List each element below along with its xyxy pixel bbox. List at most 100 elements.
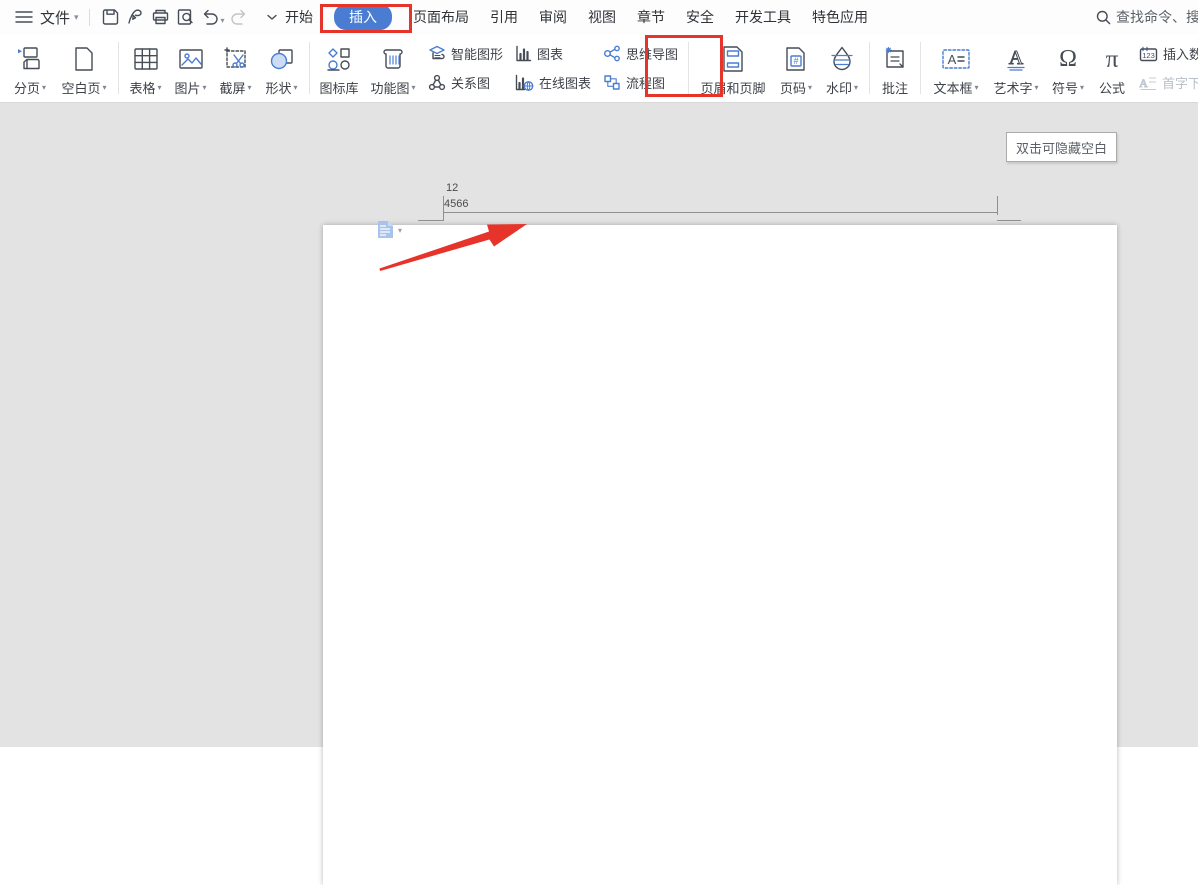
ribbon-relation-diagram-button[interactable]: 关系图 <box>426 70 505 96</box>
chevron-down-icon: ▾ <box>398 226 402 235</box>
tab-page-layout[interactable]: 页面布局 <box>413 7 469 27</box>
header-text-line1[interactable]: 12 <box>446 181 458 196</box>
chart-label: 图表 <box>537 44 563 63</box>
tab-developer[interactable]: 开发工具 <box>735 7 791 27</box>
ribbon-mind-map-button[interactable]: 思维导图 <box>601 41 680 67</box>
function-diagram-label: 功能图 <box>370 78 409 97</box>
ribbon-group-divider <box>688 42 689 94</box>
ribbon-screenshot-button[interactable]: 截屏▾ <box>213 34 258 102</box>
ribbon-flowchart-button[interactable]: 流程图 <box>601 70 680 96</box>
ribbon-group-divider <box>920 42 921 94</box>
dropcap-letter: A <box>1139 76 1148 90</box>
ribbon-formula-button[interactable]: π 公式 <box>1091 34 1133 102</box>
smart-graphics-label: 智能图形 <box>451 44 503 63</box>
page-number-icon: # <box>784 42 808 76</box>
ribbon-table-button[interactable]: 表格▾ <box>123 34 168 102</box>
ribbon-blank-page-button[interactable]: 空白页▾ <box>54 34 114 102</box>
file-menu-button[interactable]: 文件 ▾ <box>40 7 79 28</box>
textbox-letter: A <box>948 52 957 67</box>
ribbon-chart-button[interactable]: 图表 <box>513 41 593 67</box>
flowchart-icon <box>603 74 621 91</box>
ribbon-text-box-button[interactable]: A 文本框▾ <box>925 34 987 102</box>
document-page[interactable] <box>323 225 1117 885</box>
ribbon-wordart-button[interactable]: A 艺术字▾ <box>987 34 1045 102</box>
tab-view[interactable]: 视图 <box>588 7 616 27</box>
mind-map-icon <box>603 45 621 62</box>
shapes-icon <box>269 42 295 76</box>
chevron-down-icon: ▾ <box>203 83 207 92</box>
wordart-icon: A <box>1002 42 1030 76</box>
online-chart-icon <box>515 74 534 91</box>
ribbon-icon-library-button[interactable]: 图标库 <box>314 34 364 102</box>
export-pdf-button[interactable] <box>123 5 148 29</box>
ribbon-chart-stack: 图表 在线图表 <box>509 34 597 102</box>
document-canvas <box>0 103 1198 747</box>
ribbon-function-diagram-button[interactable]: 功能图▾ <box>364 34 422 102</box>
undo-dropdown-icon[interactable]: ▾ <box>221 16 225 25</box>
ribbon-comment-button[interactable]: 批注 <box>874 34 916 102</box>
save-button[interactable] <box>98 5 123 29</box>
tab-review[interactable]: 审阅 <box>539 7 567 27</box>
header-document-icon <box>377 220 394 239</box>
toolbar-more-icon[interactable] <box>260 5 285 29</box>
ribbon-header-footer-button[interactable]: 页眉和页脚 <box>693 34 773 102</box>
menu-bar: 文件 ▾ ▾ 开始 插入 页面布局 引用 审阅 视图 章 <box>0 0 1198 34</box>
print-button[interactable] <box>148 5 173 29</box>
tab-security[interactable]: 安全 <box>686 7 714 27</box>
search-icon <box>1096 10 1111 25</box>
omega-symbol-icon: Ω <box>1059 42 1077 76</box>
relation-diagram-icon <box>428 74 446 91</box>
header-boundary-line <box>443 212 997 213</box>
ribbon-page-number-button[interactable]: # 页码▾ <box>773 34 819 102</box>
tab-section[interactable]: 章节 <box>637 7 665 27</box>
chevron-down-icon: ▾ <box>854 83 858 92</box>
chevron-down-icon: ▾ <box>74 12 79 23</box>
blank-page-icon <box>73 42 95 76</box>
picture-label: 图片 <box>174 78 200 97</box>
undo-button[interactable] <box>198 5 223 29</box>
ribbon-insert-number-button[interactable]: 123 插入数字 <box>1137 41 1198 67</box>
tab-insert[interactable]: 插入 <box>334 4 392 30</box>
text-box-label: 文本框 <box>934 78 973 97</box>
pi-formula-icon: π <box>1106 42 1119 76</box>
tab-home[interactable]: 开始 <box>285 7 313 27</box>
main-menu-icon[interactable] <box>14 7 34 27</box>
tab-special-apps[interactable]: 特色应用 <box>812 7 868 27</box>
chart-icon <box>515 45 532 62</box>
chevron-down-icon: ▾ <box>975 83 979 92</box>
header-left-corner-mark <box>418 220 443 221</box>
chevron-down-icon: ▾ <box>412 83 416 92</box>
ribbon-smart-graphics-button[interactable]: 智能图形 <box>426 41 505 67</box>
table-icon <box>133 42 159 76</box>
redo-button[interactable] <box>227 5 252 29</box>
chevron-down-icon: ▾ <box>294 83 298 92</box>
ribbon-picture-button[interactable]: 图片▾ <box>168 34 213 102</box>
function-diagram-icon <box>380 42 406 76</box>
screenshot-label: 截屏 <box>219 78 245 97</box>
ribbon-graphics-stack: 智能图形 关系图 <box>422 34 509 102</box>
chevron-down-icon: ▾ <box>248 83 252 92</box>
header-options-button[interactable]: ▾ <box>377 220 402 239</box>
header-text-line2[interactable]: 4566 <box>444 197 468 212</box>
ribbon-shapes-button[interactable]: 形状▾ <box>258 34 305 102</box>
page-break-label: 分页 <box>14 78 40 97</box>
insert-number-label: 插入数字 <box>1163 44 1198 63</box>
ribbon-watermark-button[interactable]: 水印▾ <box>819 34 865 102</box>
print-preview-button[interactable] <box>173 5 198 29</box>
hide-blank-space-tip[interactable]: 双击可隐藏空白 <box>1006 132 1117 162</box>
wordart-letter: A <box>1009 47 1024 69</box>
ribbon-symbol-button[interactable]: Ω 符号▾ <box>1045 34 1091 102</box>
tab-references[interactable]: 引用 <box>490 7 518 27</box>
watermark-icon <box>829 42 855 76</box>
chevron-down-icon: ▾ <box>1080 83 1084 92</box>
hide-blank-space-label: 双击可隐藏空白 <box>1016 138 1107 157</box>
ribbon-drop-cap-button[interactable]: A 首字下沉 <box>1137 70 1198 96</box>
blank-page-label: 空白页 <box>61 78 100 97</box>
header-footer-label: 页眉和页脚 <box>701 78 766 97</box>
command-search-input[interactable]: 查找命令、搜索 <box>1096 0 1198 34</box>
header-right-corner-mark <box>997 220 1021 221</box>
ribbon-online-chart-button[interactable]: 在线图表 <box>513 70 593 96</box>
ribbon-page-break-button[interactable]: 分页▾ <box>6 34 54 102</box>
table-label: 表格 <box>129 78 155 97</box>
page-break-icon <box>16 42 44 76</box>
